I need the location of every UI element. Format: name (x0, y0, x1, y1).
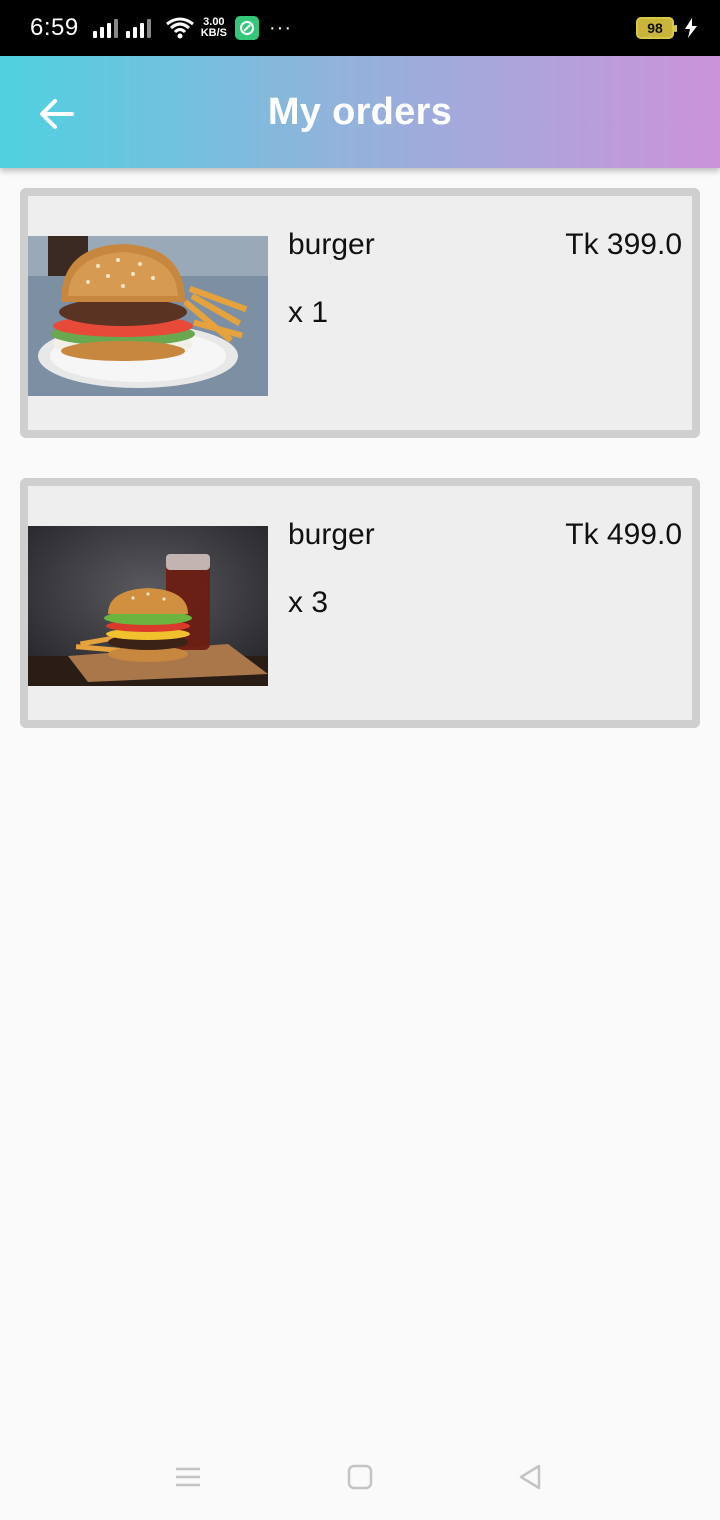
home-button[interactable] (340, 1460, 380, 1494)
network-speed: 3.00 KB/S (201, 17, 227, 39)
page-title: My orders (267, 90, 453, 133)
order-item-name: burger (288, 518, 375, 551)
app-bar: My orders (0, 56, 720, 168)
order-item-name: burger (288, 228, 375, 261)
signal-icon (92, 18, 118, 38)
battery-icon: 98 (636, 17, 677, 39)
system-nav-bar (0, 1430, 720, 1520)
order-image (28, 526, 268, 686)
home-icon (347, 1464, 373, 1490)
status-time: 6:59 (30, 14, 79, 41)
orders-list: burger Tk 399.0 x 1 burger Tk 499.0 x 3 (20, 188, 700, 768)
order-item-quantity: x 1 (288, 296, 329, 329)
order-item-quantity: x 3 (288, 586, 329, 619)
order-item-price: Tk 399.0 (565, 228, 682, 261)
menu-button[interactable] (168, 1460, 208, 1494)
wifi-icon (165, 17, 194, 39)
status-bar: 6:59 3.00 KB/S ··· 98 (0, 0, 720, 56)
status-right: 98 (636, 17, 698, 39)
order-image (28, 236, 268, 396)
notification-app-icon (235, 16, 259, 40)
charging-icon (685, 18, 697, 38)
overflow-notifications-icon: ··· (269, 16, 292, 39)
battery-level: 98 (647, 20, 663, 36)
back-button[interactable] (34, 92, 78, 136)
menu-icon (176, 1467, 200, 1487)
arrow-back-icon (40, 99, 74, 129)
order-item-price: Tk 499.0 (565, 518, 682, 551)
order-card[interactable]: burger Tk 399.0 x 1 (20, 188, 700, 438)
network-speed-unit: KB/S (200, 27, 227, 39)
nav-back-button[interactable] (510, 1460, 550, 1494)
back-triangle-icon (519, 1464, 541, 1490)
order-card[interactable]: burger Tk 499.0 x 3 (20, 478, 700, 728)
signal-icon-2 (125, 18, 151, 38)
